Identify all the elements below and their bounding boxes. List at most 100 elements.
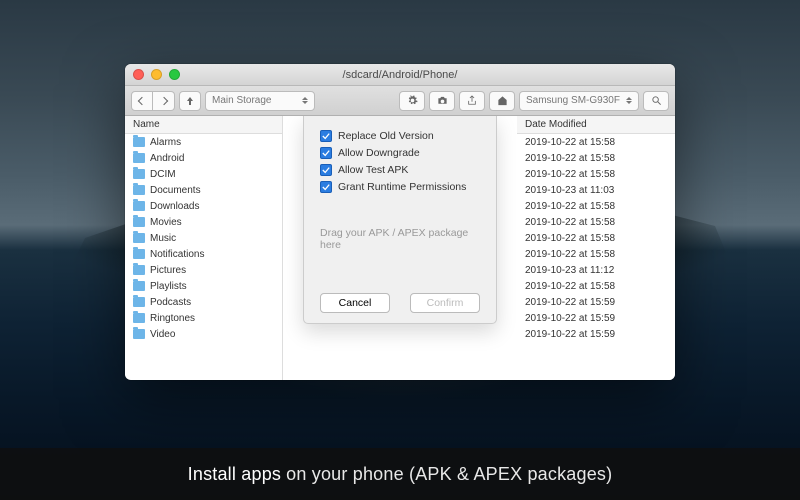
- confirm-button: Confirm: [410, 293, 480, 313]
- zoom-button[interactable]: [169, 69, 180, 80]
- titlebar: /sdcard/Android/Phone/: [125, 64, 675, 86]
- up-button[interactable]: [179, 91, 201, 111]
- checkbox[interactable]: [320, 147, 332, 159]
- file-date: 2019-10-23 at 11:12: [525, 265, 614, 276]
- camera-button[interactable]: [429, 91, 455, 111]
- folder-icon: [133, 329, 145, 339]
- checkbox[interactable]: [320, 164, 332, 176]
- check-icon: [322, 149, 330, 157]
- table-row[interactable]: 2019-10-22 at 15:58: [517, 134, 675, 150]
- table-row[interactable]: 2019-10-23 at 11:12: [517, 262, 675, 278]
- table-row[interactable]: 2019-10-22 at 15:58: [517, 166, 675, 182]
- name-rows: Alarms Android DCIM Documents Downloads Movie…: [125, 134, 282, 380]
- install-option[interactable]: Replace Old Version: [320, 130, 480, 142]
- folder-icon: [133, 249, 145, 259]
- table-row[interactable]: Documents: [125, 182, 282, 198]
- date-rows: 2019-10-22 at 15:582019-10-22 at 15:5820…: [517, 134, 675, 380]
- table-row[interactable]: Pictures: [125, 262, 282, 278]
- table-row[interactable]: 2019-10-22 at 15:58: [517, 246, 675, 262]
- caption-bar: Install apps on your phone (APK & APEX p…: [0, 448, 800, 500]
- close-button[interactable]: [133, 69, 144, 80]
- table-row[interactable]: 2019-10-22 at 15:58: [517, 150, 675, 166]
- table-row[interactable]: Music: [125, 230, 282, 246]
- checkbox[interactable]: [320, 130, 332, 142]
- date-header[interactable]: Date Modified: [517, 116, 675, 134]
- back-button[interactable]: [131, 91, 153, 111]
- option-label: Replace Old Version: [338, 130, 434, 142]
- file-date: 2019-10-22 at 15:58: [525, 233, 615, 244]
- nav-group: [131, 91, 175, 111]
- folder-icon: [133, 185, 145, 195]
- settings-button[interactable]: [399, 91, 425, 111]
- window-title: /sdcard/Android/Phone/: [125, 69, 675, 81]
- table-row[interactable]: 2019-10-22 at 15:59: [517, 294, 675, 310]
- install-options: Replace Old Version Allow Downgrade Allow …: [320, 130, 480, 193]
- table-row[interactable]: 2019-10-22 at 15:58: [517, 214, 675, 230]
- file-date: 2019-10-22 at 15:59: [525, 329, 615, 340]
- folder-icon: [133, 137, 145, 147]
- table-row[interactable]: 2019-10-22 at 15:59: [517, 326, 675, 342]
- toolbar: Main Storage Samsung SM-G930F: [125, 86, 675, 116]
- folder-icon: [133, 265, 145, 275]
- home-icon: [497, 95, 508, 106]
- chevron-left-icon: [138, 96, 146, 104]
- file-date: 2019-10-22 at 15:58: [525, 153, 615, 164]
- drop-zone[interactable]: Drag your APK / APEX package here: [320, 193, 480, 285]
- table-row[interactable]: Downloads: [125, 198, 282, 214]
- minimize-button[interactable]: [151, 69, 162, 80]
- file-date: 2019-10-22 at 15:58: [525, 217, 615, 228]
- install-option[interactable]: Allow Test APK: [320, 164, 480, 176]
- file-name: Movies: [150, 217, 182, 228]
- table-row[interactable]: 2019-10-22 at 15:59: [517, 310, 675, 326]
- table-row[interactable]: 2019-10-22 at 15:58: [517, 278, 675, 294]
- chevron-right-icon: [159, 96, 167, 104]
- install-option[interactable]: Allow Downgrade: [320, 147, 480, 159]
- name-column: Name Alarms Android DCIM Documents Downloads…: [125, 116, 283, 380]
- table-row[interactable]: Ringtones: [125, 310, 282, 326]
- file-name: Podcasts: [150, 297, 191, 308]
- table-row[interactable]: 2019-10-22 at 15:58: [517, 198, 675, 214]
- center-pane: Replace Old Version Allow Downgrade Allow …: [283, 116, 517, 380]
- forward-button[interactable]: [153, 91, 175, 111]
- table-row[interactable]: Podcasts: [125, 294, 282, 310]
- table-row[interactable]: 2019-10-23 at 11:03: [517, 182, 675, 198]
- install-sheet: Replace Old Version Allow Downgrade Allow …: [303, 116, 497, 324]
- table-row[interactable]: Video: [125, 326, 282, 342]
- gear-icon: [407, 95, 418, 106]
- file-name: Ringtones: [150, 313, 195, 324]
- option-label: Allow Downgrade: [338, 147, 420, 159]
- traffic-lights: [133, 69, 180, 80]
- file-name: Downloads: [150, 201, 199, 212]
- install-option[interactable]: Grant Runtime Permissions: [320, 181, 480, 193]
- file-name: Music: [150, 233, 176, 244]
- storage-label: Main Storage: [212, 95, 271, 106]
- caption-rest: on your phone (APK & APEX packages): [286, 464, 612, 485]
- file-name: Android: [150, 153, 184, 164]
- share-button[interactable]: [459, 91, 485, 111]
- content-area: Name Alarms Android DCIM Documents Downloads…: [125, 116, 675, 380]
- device-selector[interactable]: Samsung SM-G930F: [519, 91, 639, 111]
- table-row[interactable]: 2019-10-22 at 15:58: [517, 230, 675, 246]
- name-header[interactable]: Name: [125, 116, 282, 134]
- search-button[interactable]: [643, 91, 669, 111]
- file-name: Pictures: [150, 265, 186, 276]
- folder-icon: [133, 217, 145, 227]
- table-row[interactable]: Movies: [125, 214, 282, 230]
- table-row[interactable]: DCIM: [125, 166, 282, 182]
- file-date: 2019-10-22 at 15:58: [525, 137, 615, 148]
- option-label: Grant Runtime Permissions: [338, 181, 466, 193]
- storage-selector[interactable]: Main Storage: [205, 91, 315, 111]
- table-row[interactable]: Android: [125, 150, 282, 166]
- checkbox[interactable]: [320, 181, 332, 193]
- file-name: DCIM: [150, 169, 176, 180]
- table-row[interactable]: Playlists: [125, 278, 282, 294]
- camera-icon: [437, 96, 448, 105]
- cancel-button[interactable]: Cancel: [320, 293, 390, 313]
- table-row[interactable]: Alarms: [125, 134, 282, 150]
- file-date: 2019-10-22 at 15:58: [525, 201, 615, 212]
- file-browser-window: /sdcard/Android/Phone/ Main Storage Sams…: [125, 64, 675, 380]
- home-button[interactable]: [489, 91, 515, 111]
- folder-icon: [133, 233, 145, 243]
- table-row[interactable]: Notifications: [125, 246, 282, 262]
- file-date: 2019-10-22 at 15:58: [525, 281, 615, 292]
